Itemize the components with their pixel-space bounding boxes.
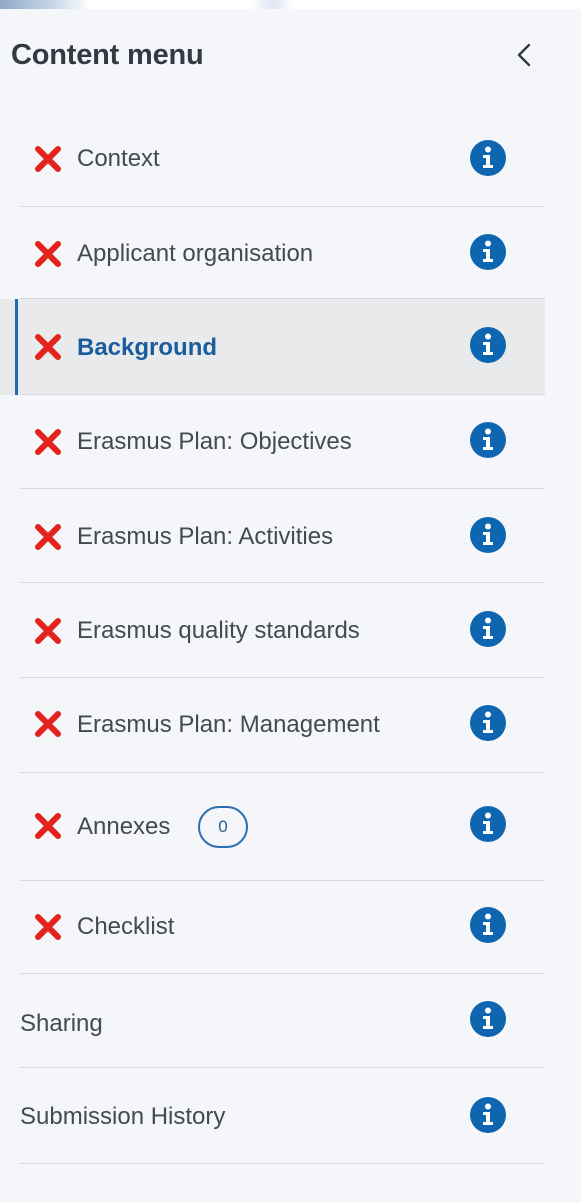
red-x-icon [35, 914, 61, 940]
menu-item-label: Applicant organisation [77, 240, 314, 267]
collapse-menu-button[interactable] [506, 37, 542, 73]
banner-decoration [0, 0, 90, 9]
info-circle-icon[interactable] [469, 139, 507, 177]
menu-item-background[interactable]: Background [0, 299, 545, 395]
red-x-icon [35, 618, 61, 644]
red-x-icon [35, 524, 61, 550]
menu-item-label: Sharing [20, 1010, 103, 1037]
menu-item-erasmus-plan-activities[interactable]: Erasmus Plan: Activities [0, 489, 545, 583]
info-circle-icon[interactable] [469, 421, 507, 459]
menu-item-label: Background [77, 334, 218, 361]
menu-item-label: Erasmus Plan: Management [77, 711, 380, 738]
menu-divider [20, 1163, 545, 1164]
red-x-icon [35, 429, 61, 455]
content-menu-header: Content menu [0, 9, 581, 101]
menu-item-sharing[interactable]: Sharing [0, 974, 545, 1068]
info-circle-icon[interactable] [469, 516, 507, 554]
info-circle-icon[interactable] [469, 610, 507, 648]
top-banner-strip [0, 0, 581, 9]
info-circle-icon[interactable] [469, 233, 507, 271]
menu-item-label: Checklist [77, 913, 175, 940]
menu-item-label: Erasmus Plan: Objectives [77, 428, 352, 455]
red-x-icon [35, 334, 61, 360]
annex-count-badge: 0 [198, 806, 248, 848]
menu-item-erasmus-quality-standards[interactable]: Erasmus quality standards [0, 583, 545, 678]
page-title: Content menu [11, 39, 204, 71]
menu-item-context[interactable]: Context [0, 111, 545, 207]
info-circle-icon[interactable] [469, 704, 507, 742]
menu-item-label: Submission History [20, 1103, 226, 1130]
content-menu-panel: Content menu Context Applicant organisat… [0, 0, 581, 1202]
red-x-icon [35, 241, 61, 267]
menu-item-label: Annexes [77, 813, 171, 840]
red-x-icon [35, 711, 61, 737]
info-circle-icon[interactable] [469, 1096, 507, 1134]
info-circle-icon[interactable] [469, 1000, 507, 1038]
menu-item-label: Erasmus quality standards [77, 617, 360, 644]
active-indicator [15, 299, 18, 395]
red-x-icon [35, 813, 61, 839]
chevron-left-icon [517, 43, 531, 67]
menu-item-applicant-organisation[interactable]: Applicant organisation [0, 207, 545, 299]
menu-item-label: Erasmus Plan: Activities [77, 523, 334, 550]
menu-item-label: Context [77, 145, 160, 172]
info-circle-icon[interactable] [469, 805, 507, 843]
menu-item-checklist[interactable]: Checklist [0, 881, 545, 974]
menu-item-annexes[interactable]: Annexes 0 [0, 773, 545, 881]
info-circle-icon[interactable] [469, 326, 507, 364]
info-circle-icon[interactable] [469, 906, 507, 944]
banner-decoration [250, 0, 295, 9]
menu-item-erasmus-plan-objectives[interactable]: Erasmus Plan: Objectives [0, 395, 545, 489]
red-x-icon [35, 146, 61, 172]
menu-item-submission-history[interactable]: Submission History [0, 1068, 545, 1164]
menu-item-erasmus-plan-management[interactable]: Erasmus Plan: Management [0, 678, 545, 773]
